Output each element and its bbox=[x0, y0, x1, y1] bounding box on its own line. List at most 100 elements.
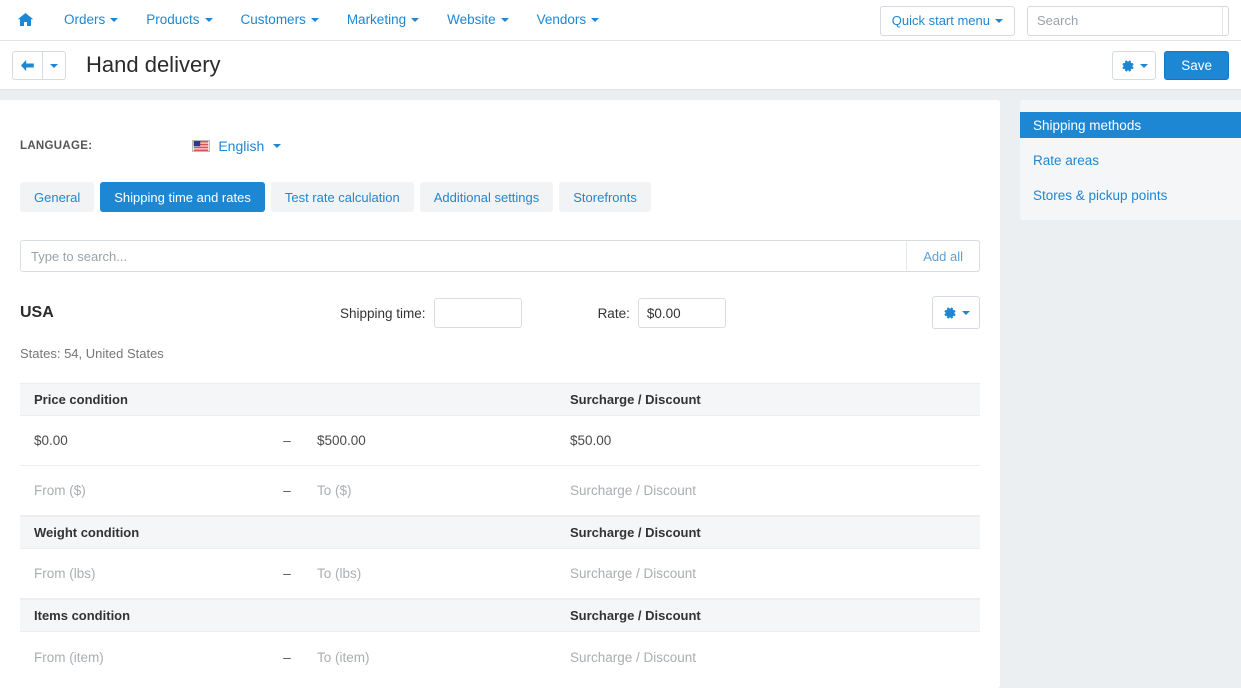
save-button-label: Save bbox=[1181, 58, 1212, 73]
language-row: LANGUAGE: English bbox=[0, 100, 1000, 154]
table-row[interactable]: From ($) – To ($) Surcharge / Discount bbox=[20, 466, 980, 516]
column-header-surcharge: Surcharge / Discount bbox=[570, 392, 701, 407]
shipping-time-label: Shipping time: bbox=[340, 305, 426, 321]
weight-condition-table: Weight condition Surcharge / Discount Fr… bbox=[20, 516, 980, 599]
chevron-down-icon bbox=[500, 18, 509, 23]
sidebar-item-label: Stores & pickup points bbox=[1033, 187, 1168, 203]
us-flag-icon bbox=[192, 140, 211, 152]
chevron-down-icon bbox=[50, 63, 58, 68]
save-button[interactable]: Save bbox=[1164, 51, 1229, 80]
sidebar-item-shipping-methods[interactable]: Shipping methods bbox=[1020, 112, 1241, 138]
chevron-down-icon bbox=[110, 18, 119, 23]
rate-area-name: USA bbox=[20, 304, 54, 321]
items-from-input[interactable]: From (item) bbox=[20, 650, 275, 665]
items-to-input[interactable]: To (item) bbox=[299, 650, 554, 665]
sidebar-item-stores-pickup-points[interactable]: Stores & pickup points bbox=[1020, 182, 1241, 208]
shipping-time-input[interactable] bbox=[433, 298, 522, 328]
column-header-condition: Price condition bbox=[34, 392, 128, 407]
price-to-input[interactable]: To ($) bbox=[299, 483, 554, 498]
tab-test-rate-calculation[interactable]: Test rate calculation bbox=[270, 182, 414, 212]
column-header-condition: Items condition bbox=[34, 608, 131, 623]
price-surcharge-value[interactable]: $50.00 bbox=[554, 433, 980, 448]
price-condition-table: Price condition Surcharge / Discount $0.… bbox=[20, 383, 980, 516]
sidebar-item-rate-areas[interactable]: Rate areas bbox=[1020, 147, 1241, 173]
tab-label: Test rate calculation bbox=[284, 189, 400, 205]
arrow-left-icon bbox=[21, 59, 34, 72]
tab-additional-settings[interactable]: Additional settings bbox=[419, 182, 554, 212]
page-actions: Save bbox=[1112, 51, 1229, 80]
gear-icon bbox=[943, 306, 956, 319]
back-button[interactable] bbox=[12, 51, 42, 80]
sidebar-item-label: Rate areas bbox=[1033, 152, 1100, 168]
nav-item-website[interactable]: Website bbox=[433, 0, 523, 40]
nav-item-label: Vendors bbox=[536, 12, 587, 27]
table-row[interactable]: $0.00 – $500.00 $50.00 bbox=[20, 416, 980, 466]
chevron-down-icon bbox=[273, 144, 282, 148]
top-navigation-bar: Orders Products Customers Marketing Webs… bbox=[0, 0, 1241, 41]
range-dash: – bbox=[283, 483, 291, 498]
sidebar-item-label: Shipping methods bbox=[1033, 117, 1142, 133]
gear-icon bbox=[1122, 59, 1134, 72]
range-dash: – bbox=[283, 433, 291, 448]
quick-start-menu-label: Quick start menu bbox=[891, 13, 990, 28]
top-navigation-right-group: Quick start menu bbox=[879, 0, 1229, 41]
nav-item-products[interactable]: Products bbox=[132, 0, 226, 40]
price-from-input[interactable]: From ($) bbox=[20, 483, 275, 498]
nav-item-label: Customers bbox=[240, 12, 306, 27]
nav-item-orders[interactable]: Orders bbox=[50, 0, 132, 40]
rate-area-search-bar: Add all bbox=[20, 240, 980, 272]
table-row[interactable]: From (lbs) – To (lbs) Surcharge / Discou… bbox=[20, 549, 980, 599]
tab-shipping-time-and-rates[interactable]: Shipping time and rates bbox=[100, 182, 265, 212]
search-submit-button[interactable] bbox=[1222, 6, 1228, 35]
search-input[interactable] bbox=[1028, 6, 1222, 35]
global-search bbox=[1027, 5, 1229, 36]
tab-label: General bbox=[34, 189, 81, 205]
nav-item-label: Orders bbox=[64, 12, 106, 27]
weight-from-input[interactable]: From (lbs) bbox=[20, 566, 275, 581]
table-header-row: Weight condition Surcharge / Discount bbox=[20, 516, 980, 549]
chevron-down-icon bbox=[310, 18, 319, 23]
tab-general[interactable]: General bbox=[20, 182, 95, 212]
add-all-button[interactable]: Add all bbox=[906, 241, 979, 271]
secondary-sidebar: Shipping methods Rate areas Stores & pic… bbox=[1020, 100, 1241, 220]
items-surcharge-input[interactable]: Surcharge / Discount bbox=[554, 650, 980, 665]
column-header-surcharge: Surcharge / Discount bbox=[570, 608, 701, 623]
page-title: Hand delivery bbox=[86, 52, 221, 77]
language-value: English bbox=[218, 138, 265, 154]
price-to-value[interactable]: $500.00 bbox=[299, 433, 554, 448]
column-header-surcharge: Surcharge / Discount bbox=[570, 525, 701, 540]
nav-item-label: Marketing bbox=[346, 12, 407, 27]
price-from-value[interactable]: $0.00 bbox=[20, 433, 275, 448]
tab-label: Shipping time and rates bbox=[114, 189, 251, 205]
nav-item-label: Products bbox=[146, 12, 200, 27]
chevron-down-icon bbox=[204, 18, 213, 23]
back-history-dropdown-button[interactable] bbox=[42, 51, 66, 80]
rate-area-search-input[interactable] bbox=[21, 241, 907, 271]
language-selector[interactable]: English bbox=[192, 138, 282, 154]
nav-item-customers[interactable]: Customers bbox=[227, 0, 333, 40]
tab-label: Additional settings bbox=[433, 189, 540, 205]
rate-input[interactable] bbox=[637, 298, 726, 328]
rate-area-settings-dropdown-button[interactable] bbox=[932, 296, 980, 329]
language-label: LANGUAGE: bbox=[20, 140, 93, 152]
quick-start-menu-button[interactable]: Quick start menu bbox=[879, 5, 1015, 36]
home-button[interactable] bbox=[12, 7, 38, 33]
weight-surcharge-input[interactable]: Surcharge / Discount bbox=[554, 566, 980, 581]
price-surcharge-input[interactable]: Surcharge / Discount bbox=[554, 483, 980, 498]
page-title-bar: Hand delivery Save bbox=[0, 41, 1241, 90]
nav-item-label: Website bbox=[447, 12, 496, 27]
chevron-down-icon bbox=[995, 18, 1003, 23]
tab-storefronts[interactable]: Storefronts bbox=[559, 182, 651, 212]
weight-to-input[interactable]: To (lbs) bbox=[299, 566, 554, 581]
table-row[interactable]: From (item) – To (item) Surcharge / Disc… bbox=[20, 632, 980, 682]
nav-item-marketing[interactable]: Marketing bbox=[333, 0, 433, 40]
items-condition-table: Items condition Surcharge / Discount Fro… bbox=[20, 599, 980, 682]
column-header-condition: Weight condition bbox=[34, 525, 140, 540]
tab-bar: General Shipping time and rates Test rat… bbox=[0, 154, 1000, 212]
nav-item-vendors[interactable]: Vendors bbox=[523, 0, 614, 40]
page-settings-dropdown-button[interactable] bbox=[1112, 51, 1157, 80]
rate-label: Rate: bbox=[597, 305, 630, 321]
back-button-group bbox=[12, 51, 66, 80]
